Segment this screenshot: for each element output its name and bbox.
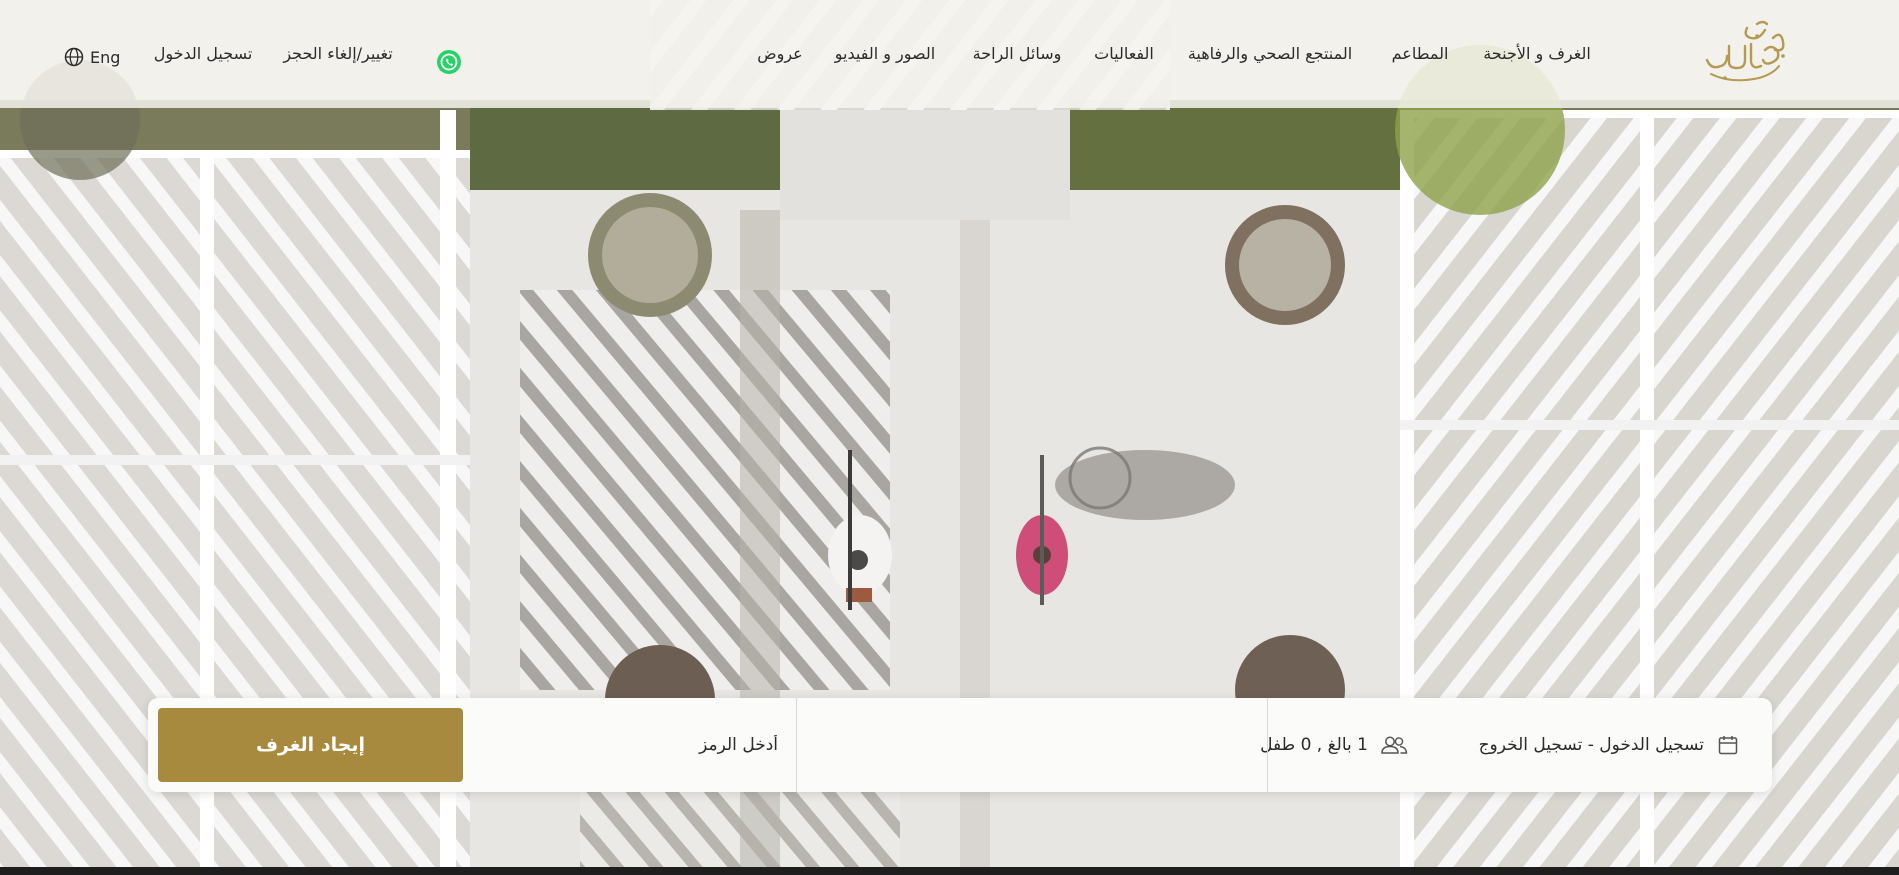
nav-offers[interactable]: عروض [757, 44, 802, 63]
page: الغرف و الأجنحة المطاعم المنتجع الصحي وا… [0, 0, 1899, 875]
booking-bar: إيجاد الغرف 1 بالغ , 0 طفل تسجيل الدخول … [148, 698, 1772, 792]
nav-amenities[interactable]: وسائل الراحة [973, 44, 1062, 63]
nav-gallery[interactable]: الصور و الفيديو [835, 44, 935, 63]
calendar-icon [1718, 736, 1738, 755]
language-switcher[interactable]: Eng [64, 47, 120, 67]
nav-restaurants[interactable]: المطاعم [1392, 44, 1449, 63]
whatsapp-icon[interactable] [436, 49, 462, 75]
promo-code-field[interactable] [478, 698, 780, 792]
login-link[interactable]: تسجيل الدخول [154, 44, 253, 63]
manage-booking-link[interactable]: تغيير/إلغاء الحجز [283, 44, 392, 63]
nav-rooms-suites[interactable]: الغرف و الأجنحة [1483, 44, 1591, 63]
logo-mark [1705, 20, 1785, 82]
divider [1267, 698, 1268, 792]
bottom-edge [0, 867, 1899, 875]
globe-icon [64, 47, 84, 67]
promo-code-input[interactable] [478, 734, 780, 756]
divider [796, 698, 797, 792]
nav-spa-wellness[interactable]: المنتجع الصحي والرفاهية [1188, 44, 1352, 63]
site-header: الغرف و الأجنحة المطاعم المنتجع الصحي وا… [0, 0, 1899, 108]
hotel-logo[interactable] [1695, 16, 1795, 90]
language-label: Eng [90, 47, 121, 67]
dates-label: تسجيل الدخول - تسجيل الخروج [1478, 735, 1704, 755]
find-rooms-button[interactable]: إيجاد الغرف [158, 708, 463, 782]
dates-selector[interactable]: تسجيل الدخول - تسجيل الخروج [1278, 698, 1738, 792]
nav-events[interactable]: الفعاليات [1094, 44, 1154, 63]
